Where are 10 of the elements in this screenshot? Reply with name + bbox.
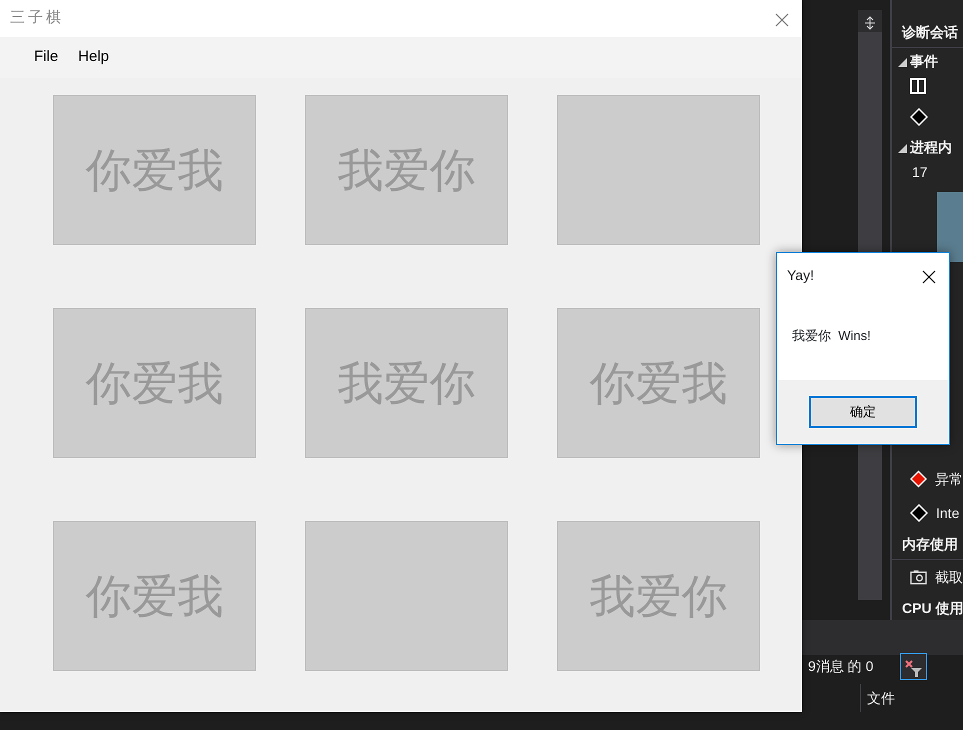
entry-label: Inte bbox=[936, 504, 960, 522]
axis-value: 17 bbox=[911, 163, 929, 182]
dialog-title: Yay! bbox=[787, 266, 814, 285]
panel-header: 内存使用 bbox=[892, 530, 963, 560]
message-count: 9消息 的 0 bbox=[808, 657, 874, 676]
dialog-message: 我爱你 Wins! bbox=[792, 328, 871, 343]
panel-header: 诊断会话 bbox=[892, 18, 963, 48]
window-title: 三子棋 bbox=[10, 8, 64, 28]
entry-label: 异常 bbox=[935, 470, 963, 488]
entry-label: 截取 bbox=[935, 568, 963, 586]
